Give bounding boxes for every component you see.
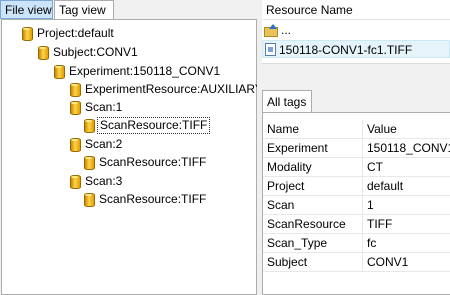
tag-value-cell: CONV1 — [367, 255, 409, 269]
table-row[interactable]: Project default — [263, 177, 450, 196]
tree-node-experiment[interactable]: Experiment:150118_CONV1 — [54, 63, 222, 80]
tree-node-scan-2[interactable]: Scan:2 — [70, 136, 124, 153]
tag-name-cell: Project — [263, 177, 363, 196]
tags-table[interactable]: Name Value Experiment 150118_CONV1 Modal… — [262, 112, 450, 295]
tag-value-cell: default — [367, 179, 404, 193]
tree-node-label: ScanResource:TIFF — [99, 155, 207, 169]
image-file-icon — [265, 43, 276, 56]
tab-all-tags[interactable]: All tags — [262, 90, 312, 113]
database-icon — [54, 65, 65, 79]
database-icon — [38, 46, 49, 60]
table-row[interactable]: ScanResource TIFF — [263, 215, 450, 234]
tree-node-project[interactable]: Project:default — [22, 25, 116, 42]
folder-up-icon — [264, 24, 278, 37]
details-pane: Resource Name ... 150118-CONV1-fc1.TIFF … — [262, 0, 450, 295]
resource-file-label: 150118-CONV1-fc1.TIFF — [279, 43, 413, 57]
table-row[interactable]: Scan 1 — [263, 196, 450, 215]
tree-node-scan-2-resource[interactable]: ScanResource:TIFF — [84, 154, 208, 171]
tree-node-label: ScanResource:TIFF — [97, 117, 211, 134]
tag-value-cell: fc — [367, 236, 377, 250]
tree-node-label: Scan:1 — [85, 100, 123, 114]
tab-file-view[interactable]: File view — [0, 0, 53, 19]
tab-tag-view[interactable]: Tag view — [54, 0, 114, 20]
table-row[interactable]: Scan_Type fc — [263, 234, 450, 253]
tree-node-scan-1[interactable]: Scan:1 — [70, 99, 124, 116]
database-icon — [70, 101, 81, 115]
tag-name-cell: Scan_Type — [263, 234, 363, 253]
tag-value-cell: 1 — [367, 198, 374, 212]
parent-folder-label: ... — [281, 23, 292, 37]
column-header-name[interactable]: Name — [263, 120, 363, 139]
tree-node-experiment-resource[interactable]: ExperimentResource:AUXILIARY — [70, 81, 265, 98]
tag-value-cell: CT — [367, 160, 383, 174]
parent-folder-row[interactable]: ... — [264, 21, 291, 39]
resource-name-column-header[interactable]: Resource Name — [262, 0, 450, 20]
tree-node-label: Scan:3 — [85, 174, 123, 188]
tags-tabbar: All tags — [262, 90, 450, 113]
database-icon — [70, 175, 81, 189]
tree-node-subject[interactable]: Subject:CONV1 — [38, 44, 140, 61]
table-row[interactable]: Modality CT — [263, 158, 450, 177]
table-row[interactable]: Subject CONV1 — [263, 253, 450, 272]
tree-pane: File view Tag view Project:default Subje… — [0, 0, 263, 295]
tree-node-label: Subject:CONV1 — [53, 45, 138, 59]
database-icon — [70, 138, 81, 152]
tag-name-cell: Scan — [263, 196, 363, 215]
resource-file-row[interactable]: 150118-CONV1-fc1.TIFF — [262, 40, 450, 58]
tree-node-scan-3-resource[interactable]: ScanResource:TIFF — [84, 191, 208, 208]
tree-node-label: Scan:2 — [85, 137, 123, 151]
database-icon — [84, 119, 95, 133]
tag-name-cell: Modality — [263, 158, 363, 177]
tag-name-cell: Subject — [263, 253, 363, 272]
database-icon — [22, 27, 33, 41]
tags-table-header: Name Value — [263, 120, 450, 139]
tree-node-label: ScanResource:TIFF — [99, 192, 207, 206]
tree-node-scan-1-resource[interactable]: ScanResource:TIFF — [84, 117, 211, 134]
tree-node-label: Project:default — [37, 26, 114, 40]
table-row[interactable]: Experiment 150118_CONV1 — [263, 139, 450, 158]
tag-value-cell: 150118_CONV1 — [367, 141, 450, 155]
database-icon — [84, 156, 95, 170]
tree-node-scan-3[interactable]: Scan:3 — [70, 173, 124, 190]
resource-list[interactable]: Resource Name ... 150118-CONV1-fc1.TIFF — [262, 0, 450, 64]
tag-name-cell: Experiment — [263, 139, 363, 158]
tag-name-cell: ScanResource — [263, 215, 363, 234]
column-header-value[interactable]: Value — [363, 120, 450, 139]
tree-node-label: Experiment:150118_CONV1 — [69, 64, 221, 78]
database-icon — [70, 83, 81, 97]
resource-tree[interactable]: Project:default Subject:CONV1 Experiment… — [1, 19, 263, 295]
view-tabbar: File view Tag view — [0, 0, 257, 20]
tag-value-cell: TIFF — [367, 217, 393, 231]
tree-node-label: ExperimentResource:AUXILIARY — [85, 82, 263, 96]
database-icon — [84, 193, 95, 207]
